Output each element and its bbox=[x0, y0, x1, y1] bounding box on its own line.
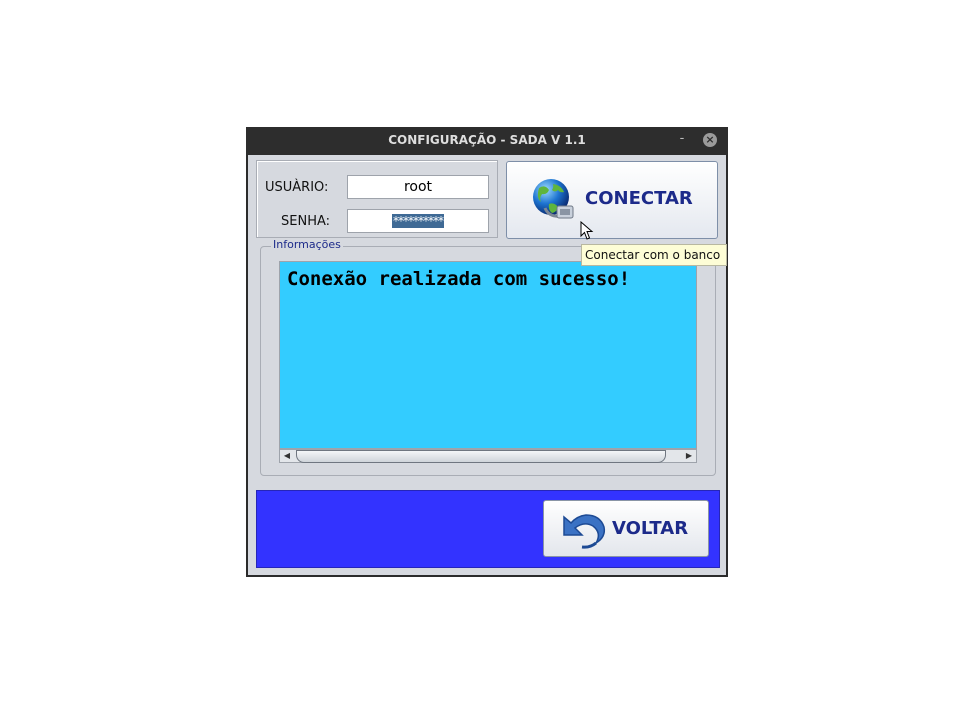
user-label: USUÀRIO: bbox=[265, 180, 329, 195]
credentials-panel: USUÀRIO: root SENHA: ********** bbox=[256, 160, 498, 238]
password-value: ********** bbox=[392, 214, 444, 228]
scroll-thumb[interactable] bbox=[296, 450, 666, 463]
bottom-panel: VOLTAR bbox=[256, 490, 720, 568]
connect-button[interactable]: CONECTAR bbox=[506, 161, 718, 239]
scroll-right-arrow-icon[interactable]: ▶ bbox=[682, 450, 696, 462]
password-field[interactable]: ********** bbox=[347, 209, 489, 233]
scroll-left-arrow-icon[interactable]: ◀ bbox=[280, 450, 294, 462]
window-content: USUÀRIO: root SENHA: ********** CONECTAR… bbox=[248, 155, 726, 575]
info-group: Informações Conexão realizada com sucess… bbox=[260, 238, 716, 476]
horizontal-scrollbar[interactable]: ◀ ▶ bbox=[279, 449, 697, 463]
back-button-label: VOLTAR bbox=[612, 518, 689, 539]
config-window: CONFIGURAÇÃO - SADA V 1.1 - × USUÀRIO: r… bbox=[246, 127, 728, 577]
info-text-area[interactable]: Conexão realizada com sucesso! bbox=[279, 261, 697, 449]
globe-connection-icon bbox=[533, 179, 574, 219]
back-button[interactable]: VOLTAR bbox=[543, 500, 709, 557]
title-bar[interactable]: CONFIGURAÇÃO - SADA V 1.1 - × bbox=[246, 127, 728, 155]
close-button[interactable]: × bbox=[703, 133, 717, 147]
undo-arrow-icon bbox=[563, 514, 606, 549]
connect-tooltip: Conectar com o banco bbox=[581, 244, 727, 266]
minimize-button[interactable]: - bbox=[674, 131, 690, 149]
connect-button-label: CONECTAR bbox=[585, 188, 693, 209]
mouse-pointer-icon bbox=[580, 221, 594, 240]
info-message: Conexão realizada com sucesso! bbox=[287, 268, 631, 290]
password-label: SENHA: bbox=[281, 214, 331, 229]
info-group-title: Informações bbox=[271, 238, 343, 251]
window-title: CONFIGURAÇÃO - SADA V 1.1 bbox=[388, 133, 586, 147]
user-field[interactable]: root bbox=[347, 175, 489, 199]
